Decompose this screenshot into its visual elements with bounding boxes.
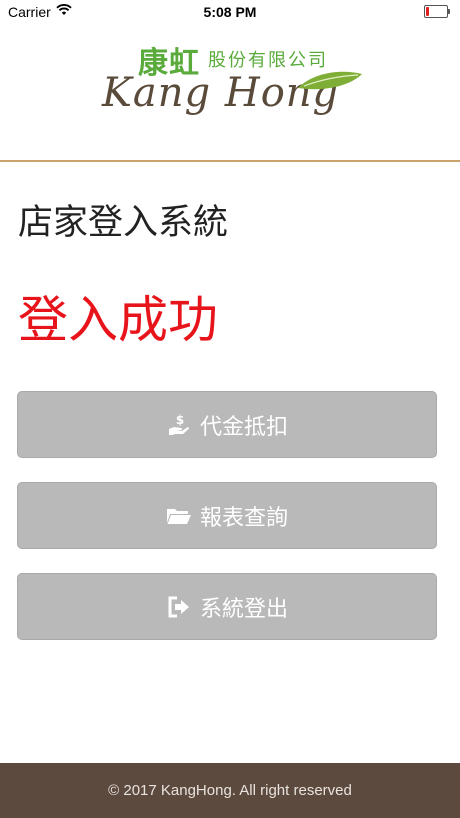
logo-chinese-sub: 股份有限公司 — [208, 50, 328, 71]
header-divider — [0, 160, 460, 162]
logout-button[interactable]: 系統登出 — [17, 573, 437, 640]
status-bar: Carrier 5:08 PM — [0, 0, 460, 24]
report-query-button[interactable]: 報表查詢 — [17, 482, 437, 549]
clock: 5:08 PM — [203, 4, 257, 20]
leaf-icon — [296, 70, 364, 96]
voucher-deduction-button[interactable]: $ 代金抵扣 — [17, 391, 437, 458]
svg-text:$: $ — [176, 413, 184, 427]
kanghong-logo: 康虹 股份有限公司 Kang Hong — [96, 34, 366, 126]
login-success-message: 登入成功 — [18, 291, 218, 349]
sign-out-icon — [166, 595, 192, 619]
footer: © 2017 KangHong. All right reserved — [0, 763, 460, 818]
report-query-label: 報表查詢 — [199, 505, 288, 531]
copyright-text: © 2017 KangHong. All right reserved — [108, 782, 352, 799]
hand-dollar-icon: $ — [166, 413, 192, 437]
battery-icon — [424, 5, 450, 18]
voucher-deduction-label: 代金抵扣 — [199, 414, 288, 440]
folder-open-icon — [166, 504, 192, 528]
page-title: 店家登入系統 — [18, 203, 229, 243]
logout-label: 系統登出 — [199, 596, 288, 622]
